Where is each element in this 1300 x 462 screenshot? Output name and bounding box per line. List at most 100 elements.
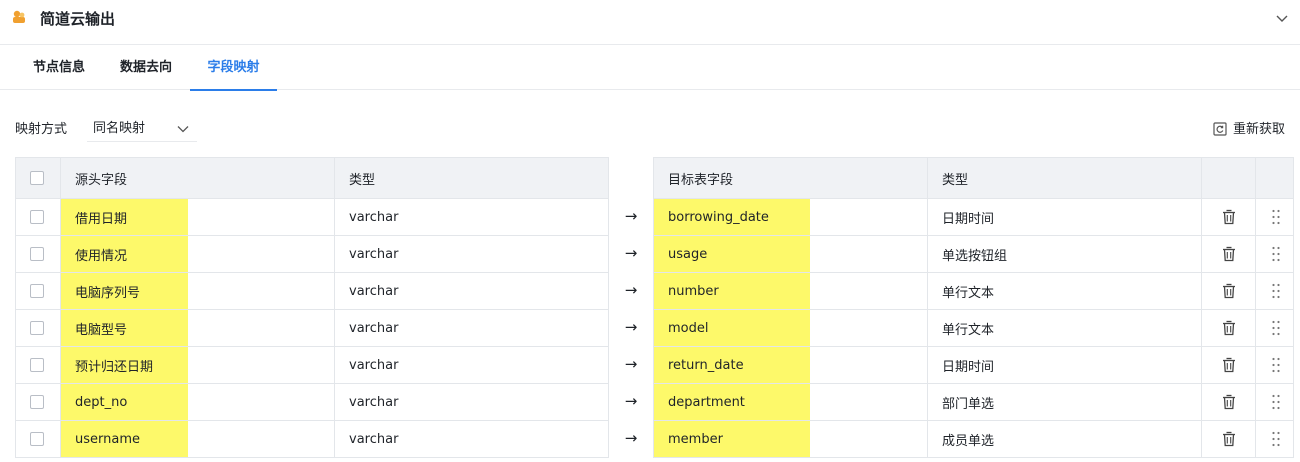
source-table-row: 借用日期 varchar bbox=[16, 199, 608, 236]
source-field-type: varchar bbox=[349, 431, 399, 447]
row-checkbox[interactable] bbox=[30, 210, 44, 224]
source-field-name: 预计归还日期 bbox=[75, 359, 154, 375]
target-field-type: 日期时间 bbox=[942, 211, 995, 227]
drag-handle-icon[interactable] bbox=[1270, 393, 1282, 411]
mapping-arrow-icon: → bbox=[624, 244, 638, 262]
target-fields-table: 目标表字段 类型 borrowing_date 日期时间 usage 单选按钮组 num… bbox=[653, 157, 1294, 458]
drag-handle-icon[interactable] bbox=[1270, 319, 1282, 337]
trash-icon[interactable] bbox=[1220, 208, 1238, 226]
highlight-mark: username bbox=[61, 421, 188, 457]
target-table-row: borrowing_date 日期时间 bbox=[654, 199, 1293, 236]
source-field-name: 电脑序列号 bbox=[75, 285, 141, 301]
row-checkbox[interactable] bbox=[30, 395, 44, 409]
target-field-type: 单行文本 bbox=[942, 322, 995, 338]
source-table-row: 预计归还日期 varchar bbox=[16, 347, 608, 384]
target-table-row: number 单行文本 bbox=[654, 273, 1293, 310]
target-field-type: 日期时间 bbox=[942, 359, 995, 375]
mapping-arrow-icon: → bbox=[624, 355, 638, 373]
target-field-name: department bbox=[668, 394, 745, 410]
source-field-type: varchar bbox=[349, 209, 399, 225]
mapping-arrow-icon: → bbox=[624, 392, 638, 410]
column-header-target-field: 目标表字段 bbox=[668, 172, 734, 188]
trash-icon[interactable] bbox=[1220, 319, 1238, 337]
target-table-row: member 成员单选 bbox=[654, 421, 1293, 458]
highlight-mark: 电脑序列号 bbox=[61, 273, 188, 309]
highlight-mark: borrowing_date bbox=[654, 199, 810, 235]
target-field-name: number bbox=[668, 283, 719, 299]
panel-header: 简道云输出 bbox=[0, 0, 1300, 45]
target-field-type: 单选按钮组 bbox=[942, 248, 1008, 264]
tab-bar: 节点信息 数据去向 字段映射 bbox=[0, 46, 1300, 91]
highlight-mark: 使用情况 bbox=[61, 236, 188, 272]
tab-data-destination[interactable]: 数据去向 bbox=[103, 46, 189, 90]
refresh-button[interactable]: 重新获取 bbox=[1212, 120, 1288, 140]
mapping-arrow-icon: → bbox=[624, 318, 638, 336]
target-table-row: usage 单选按钮组 bbox=[654, 236, 1293, 273]
mapping-arrow-icon: → bbox=[624, 207, 638, 225]
drag-handle-icon[interactable] bbox=[1270, 245, 1282, 263]
source-field-type: varchar bbox=[349, 357, 399, 373]
source-field-name: 使用情况 bbox=[75, 248, 128, 264]
source-table-row: 电脑型号 varchar bbox=[16, 310, 608, 347]
source-table-row: dept_no varchar bbox=[16, 384, 608, 421]
highlight-mark: department bbox=[654, 384, 810, 420]
source-field-type: varchar bbox=[349, 283, 399, 299]
highlight-mark: member bbox=[654, 421, 810, 457]
trash-icon[interactable] bbox=[1220, 282, 1238, 300]
highlight-mark: 借用日期 bbox=[61, 199, 188, 235]
trash-icon[interactable] bbox=[1220, 356, 1238, 374]
target-table-row: return_date 日期时间 bbox=[654, 347, 1293, 384]
row-checkbox[interactable] bbox=[30, 432, 44, 446]
source-field-name: username bbox=[75, 431, 140, 447]
highlight-mark: number bbox=[654, 273, 810, 309]
drag-handle-icon[interactable] bbox=[1270, 282, 1282, 300]
refresh-label: 重新获取 bbox=[1233, 122, 1286, 137]
target-field-type: 成员单选 bbox=[942, 433, 995, 449]
column-header-target-type: 类型 bbox=[942, 172, 969, 188]
target-table-header: 目标表字段 类型 bbox=[654, 158, 1293, 199]
target-field-name: return_date bbox=[668, 357, 744, 373]
target-table-row: model 单行文本 bbox=[654, 310, 1293, 347]
source-field-name: dept_no bbox=[75, 394, 128, 410]
select-all-checkbox[interactable] bbox=[30, 171, 44, 185]
trash-icon[interactable] bbox=[1220, 430, 1238, 448]
highlight-mark: model bbox=[654, 310, 810, 346]
source-fields-table: 源头字段 类型 借用日期 varchar 使用情况 varchar 电脑序列号 varch… bbox=[15, 157, 609, 458]
mapping-arrow-icon: → bbox=[624, 429, 638, 447]
row-checkbox[interactable] bbox=[30, 321, 44, 335]
row-checkbox[interactable] bbox=[30, 247, 44, 261]
source-field-name: 借用日期 bbox=[75, 211, 128, 227]
source-table-row: 使用情况 varchar bbox=[16, 236, 608, 273]
mapping-mode-select[interactable]: 同名映射 bbox=[87, 116, 197, 142]
highlight-mark: 电脑型号 bbox=[61, 310, 188, 346]
trash-icon[interactable] bbox=[1220, 245, 1238, 263]
target-table-row: department 部门单选 bbox=[654, 384, 1293, 421]
tab-field-mapping[interactable]: 字段映射 bbox=[190, 46, 277, 91]
tab-node-info[interactable]: 节点信息 bbox=[16, 46, 102, 90]
source-field-type: varchar bbox=[349, 394, 399, 410]
highlight-mark: 预计归还日期 bbox=[61, 347, 188, 383]
mapping-mode-label: 映射方式 bbox=[15, 122, 68, 137]
mapping-arrow-icon: → bbox=[624, 281, 638, 299]
source-field-type: varchar bbox=[349, 246, 399, 262]
target-field-name: member bbox=[668, 431, 723, 447]
target-field-name: model bbox=[668, 320, 709, 336]
chevron-down-icon[interactable] bbox=[1274, 10, 1290, 26]
highlight-mark: return_date bbox=[654, 347, 810, 383]
chevron-down-icon bbox=[177, 126, 189, 133]
drag-handle-icon[interactable] bbox=[1270, 430, 1282, 448]
row-checkbox[interactable] bbox=[30, 358, 44, 372]
mapping-mode-value: 同名映射 bbox=[93, 121, 146, 136]
row-checkbox[interactable] bbox=[30, 284, 44, 298]
drag-handle-icon[interactable] bbox=[1270, 356, 1282, 374]
target-field-name: usage bbox=[668, 246, 708, 262]
drag-handle-icon[interactable] bbox=[1270, 208, 1282, 226]
highlight-mark: usage bbox=[654, 236, 810, 272]
source-table-row: 电脑序列号 varchar bbox=[16, 273, 608, 310]
panel-title: 简道云输出 bbox=[40, 10, 116, 28]
source-table-header: 源头字段 类型 bbox=[16, 158, 608, 199]
column-header-source-type: 类型 bbox=[349, 172, 376, 188]
target-field-type: 单行文本 bbox=[942, 285, 995, 301]
refresh-icon bbox=[1213, 122, 1227, 136]
trash-icon[interactable] bbox=[1220, 393, 1238, 411]
